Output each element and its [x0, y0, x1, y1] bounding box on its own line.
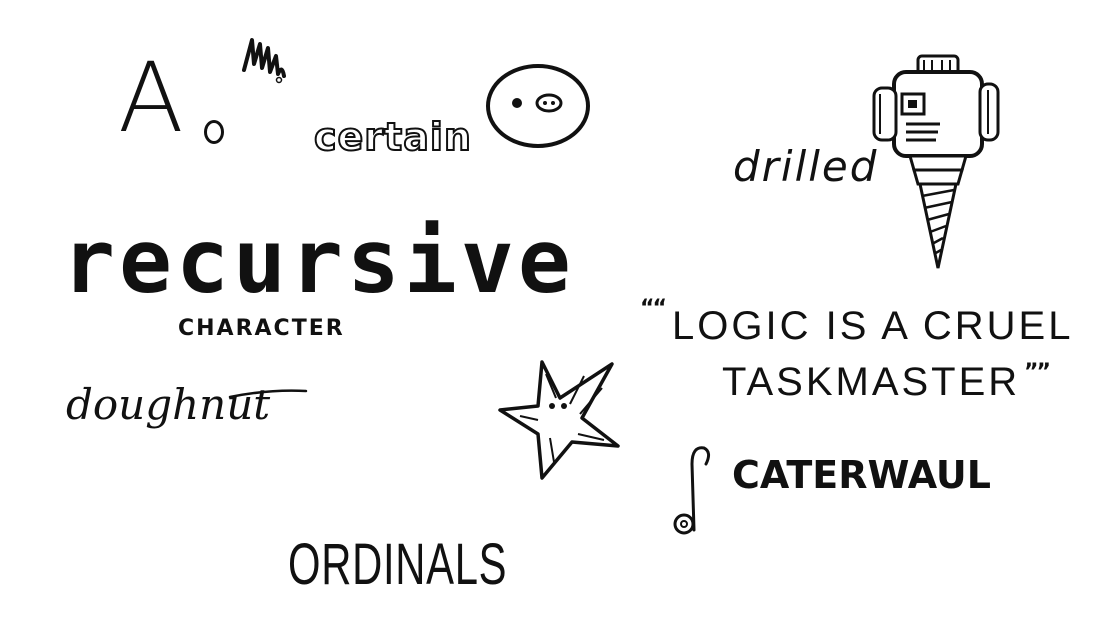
- round-face-doodle-icon: [486, 64, 590, 148]
- word-drilled: drilled: [733, 142, 879, 191]
- robot-drill-doodle-icon: [872, 54, 1000, 269]
- close-quote-mark: ””: [1024, 360, 1051, 385]
- squiggle-doodle-icon: [242, 38, 286, 84]
- word-recursive: recursive: [62, 210, 575, 313]
- quote-line-2: TASKMASTER: [722, 360, 1021, 404]
- letter-a-dot: [204, 120, 224, 144]
- sketch-canvas: { "words": { "glyph_a": "A", "certain": …: [0, 0, 1100, 627]
- word-caterwaul: CATERWAUL: [732, 453, 992, 497]
- word-character: CHARACTER: [178, 316, 345, 341]
- open-quote-mark: ““: [640, 296, 667, 321]
- quote-line-1: LOGIC IS A CRUEL: [672, 304, 1074, 348]
- musical-note-doodle-icon: [673, 446, 711, 535]
- doughnut-cross-stroke: [228, 389, 308, 399]
- letter-a: A: [118, 42, 184, 154]
- word-ordinals: ORDINALS: [288, 532, 508, 597]
- word-certain: certain: [313, 115, 472, 159]
- star-face-doodle-icon: [498, 360, 620, 480]
